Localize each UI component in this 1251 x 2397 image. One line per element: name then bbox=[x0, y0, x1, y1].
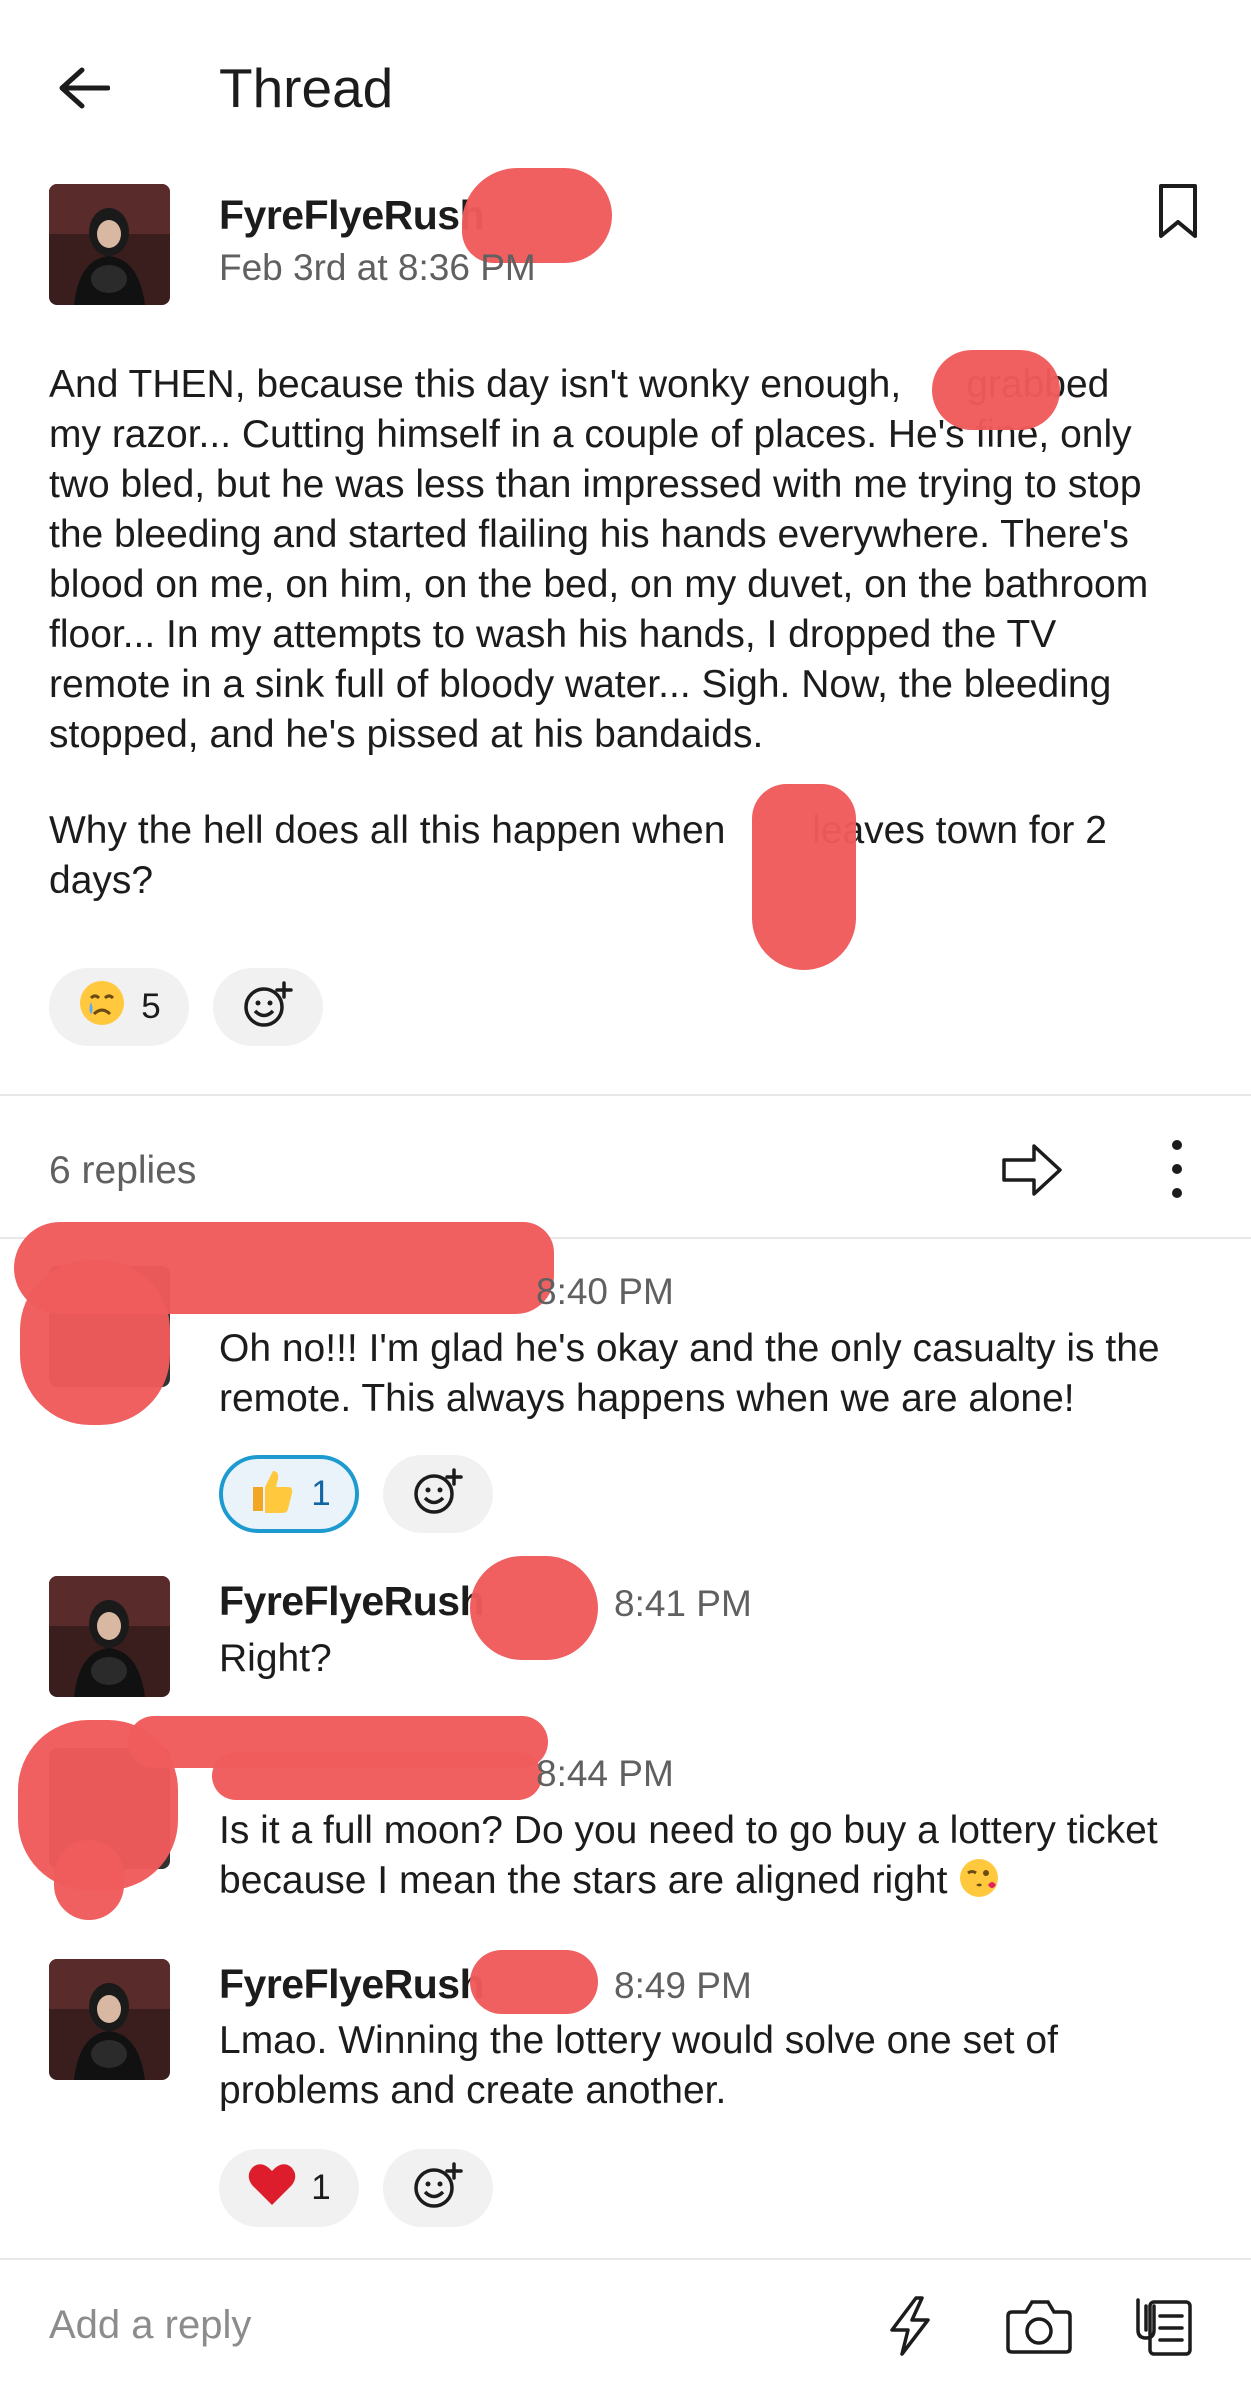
crying-face-icon bbox=[77, 978, 127, 1037]
avatar[interactable] bbox=[49, 1576, 170, 1697]
avatar[interactable] bbox=[49, 1959, 170, 2080]
reaction-count: 1 bbox=[311, 2168, 331, 2207]
reaction-heart[interactable]: 1 bbox=[219, 2149, 359, 2227]
reaction-count: 5 bbox=[141, 987, 161, 1026]
message-timestamp[interactable]: 8:41 PM bbox=[614, 1582, 752, 1626]
page-title: Thread bbox=[219, 57, 394, 119]
add-emoji-icon bbox=[242, 979, 294, 1036]
message-text: Why the hell does all this happen when l… bbox=[49, 809, 1107, 902]
message-author[interactable]: FyreFlyeRush bbox=[219, 190, 485, 240]
divider bbox=[0, 1094, 1251, 1096]
message-text: Is it a full moon? Do you need to go buy… bbox=[219, 1806, 1239, 1912]
redaction-mark bbox=[20, 1260, 170, 1425]
redaction-mark bbox=[54, 1840, 124, 1920]
lightning-icon[interactable] bbox=[878, 2294, 942, 2358]
reply-input[interactable]: Add a reply bbox=[49, 2300, 251, 2350]
redaction-mark bbox=[212, 1752, 542, 1800]
camera-icon[interactable] bbox=[1004, 2294, 1072, 2358]
reaction-count: 1 bbox=[311, 1474, 331, 1513]
message-text: Oh no!!! I'm glad he's okay and the only… bbox=[219, 1327, 1160, 1420]
share-arrow-icon[interactable] bbox=[1000, 1138, 1064, 1202]
add-reaction-button[interactable] bbox=[383, 1455, 493, 1533]
message-author[interactable]: FyreFlyeRush bbox=[219, 1576, 485, 1626]
message-timestamp[interactable]: 8:44 PM bbox=[536, 1752, 674, 1796]
replies-count: 6 replies bbox=[49, 1149, 197, 1192]
message-text: And THEN, because this day isn't wonky e… bbox=[49, 363, 1149, 756]
more-options-icon[interactable] bbox=[1160, 1134, 1194, 1204]
message-author[interactable]: FyreFlyeRush bbox=[219, 1959, 485, 2009]
add-reaction-button[interactable] bbox=[383, 2149, 493, 2227]
add-emoji-icon bbox=[412, 1466, 464, 1523]
message-timestamp[interactable]: 8:40 PM bbox=[536, 1270, 674, 1314]
add-reaction-button[interactable] bbox=[213, 968, 323, 1046]
message-timestamp[interactable]: 8:49 PM bbox=[614, 1964, 752, 2008]
add-emoji-icon bbox=[412, 2160, 464, 2217]
avatar[interactable] bbox=[49, 184, 170, 305]
reaction-thumbs-up[interactable]: 1 bbox=[219, 1455, 359, 1533]
attachment-list-icon[interactable] bbox=[1132, 2294, 1196, 2358]
message-text: Right? bbox=[219, 1637, 332, 1680]
red-heart-icon bbox=[247, 2161, 297, 2216]
thread-header: Thread bbox=[0, 0, 1251, 176]
message-timestamp[interactable]: Feb 3rd at 8:36 PM bbox=[219, 246, 536, 290]
reaction-crying[interactable]: 5 bbox=[49, 968, 189, 1046]
message-text: Lmao. Winning the lottery would solve on… bbox=[219, 2019, 1058, 2112]
redaction-mark bbox=[752, 784, 856, 970]
winking-kiss-face-icon bbox=[958, 1857, 1000, 1912]
back-arrow-icon[interactable] bbox=[52, 56, 116, 120]
thumbs-up-icon bbox=[247, 1465, 297, 1524]
message-text-body: Is it a full moon? Do you need to go buy… bbox=[219, 1809, 1158, 1902]
bookmark-icon[interactable] bbox=[1155, 182, 1201, 242]
redaction-mark bbox=[932, 350, 1060, 430]
redaction-mark bbox=[470, 1950, 598, 2014]
